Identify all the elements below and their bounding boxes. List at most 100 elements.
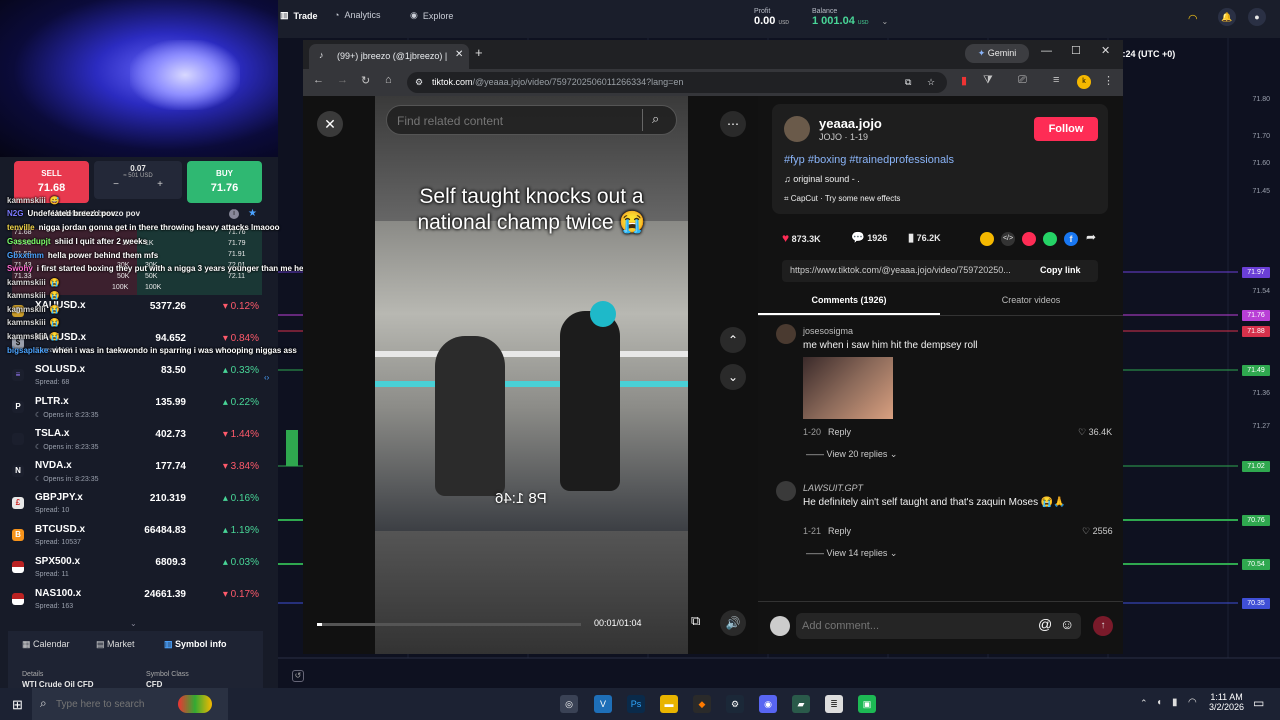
file-explorer-icon[interactable]: ▬ [660, 695, 678, 713]
symbol-row[interactable]: NAS100.x Spread: 163 24661.39 ▾ 0.17% [8, 585, 263, 617]
back-icon[interactable]: ← [313, 74, 324, 86]
symbol-row[interactable]: P PLTR.x ☾ Opens in: 8:23:35 135.99 ▴ 0.22% [8, 393, 263, 425]
photoshop-icon[interactable]: Ps [627, 695, 645, 713]
search-icon[interactable]: ⌕ [652, 111, 659, 127]
next-video-icon[interactable]: ⌄ [720, 364, 746, 390]
notification-icon[interactable]: ▭ [1253, 696, 1264, 710]
reply-button[interactable]: Reply [828, 427, 851, 437]
tab-trade[interactable]: ▥ Trade [280, 10, 318, 21]
brave-icon[interactable]: ◆ [693, 695, 711, 713]
media-icon[interactable]: ≡ [1053, 74, 1059, 86]
comment-input[interactable] [802, 618, 1022, 634]
volume-icon[interactable]: 🔊 [720, 610, 746, 636]
info-icon[interactable]: i [229, 209, 239, 219]
like-button[interactable]: ♥ 873.3K [782, 231, 821, 245]
tab-calendar[interactable]: ▦ Calendar [22, 639, 70, 650]
tab-explore[interactable]: ◉ Explore [410, 10, 453, 21]
view-replies-button[interactable]: —— View 14 replies ⌄ [806, 548, 897, 559]
follow-button[interactable]: Follow [1034, 117, 1098, 141]
app-icon[interactable]: ▰ [792, 695, 810, 713]
comment-avatar[interactable] [776, 324, 796, 344]
forward-icon[interactable]: → [337, 74, 348, 86]
minimize-icon[interactable]: — [1041, 45, 1052, 57]
comment-image[interactable] [803, 357, 893, 419]
tab-comments[interactable]: Comments (1926) [758, 295, 940, 315]
capcut-row[interactable]: ⌗ CapCut · Try some new effects [784, 194, 900, 204]
symbol-row[interactable]: B BTCUSD.x Spread: 10537 66484.83 ▴ 1.19% [8, 521, 263, 553]
send-icon[interactable] [1022, 232, 1036, 246]
network-icon[interactable]: ◠ [1188, 697, 1197, 708]
taskbar-search[interactable]: ⌕ [32, 688, 228, 720]
chevron-down-icon[interactable]: ⌄ [882, 17, 889, 26]
symbol-row[interactable]: TSLA.x ☾ Opens in: 8:23:35 402.73 ▾ 1.44% [8, 425, 263, 457]
comment-like[interactable]: ♡ 36.4K [1078, 427, 1112, 438]
buy-button[interactable]: BUY 71.76 [187, 161, 262, 203]
tab-creator-videos[interactable]: Creator videos [940, 295, 1122, 315]
notepad-icon[interactable]: ≣ [825, 695, 843, 713]
more-options-icon[interactable]: ⋯ [720, 111, 746, 137]
discord-icon[interactable]: ◉ [759, 695, 777, 713]
video-hashtags[interactable]: #fyp #boxing #trainedprofessionals [784, 154, 954, 166]
related-search-input[interactable] [397, 112, 637, 130]
whatsapp-icon[interactable] [1043, 232, 1057, 246]
lot-minus-button[interactable]: − [113, 179, 119, 190]
share-coin-icon[interactable] [980, 232, 994, 246]
video-link[interactable]: https://www.tiktok.com/@yeaaa.jojo/video… [790, 265, 1030, 275]
emoji-icon[interactable]: ☺ [1060, 616, 1074, 632]
taskbar-search-input[interactable] [56, 696, 176, 712]
site-info-icon[interactable]: ⚙ [415, 72, 423, 93]
symbol-row[interactable]: £ GBPJPY.x Spread: 10 210.319 ▴ 0.16% [8, 489, 263, 521]
taskbar-clock[interactable]: 1:11 AM 3/2/2026 [1209, 692, 1244, 712]
url-input[interactable]: ⚙ tiktok.com/@yeaaa.jojo/video/759720250… [407, 72, 947, 93]
comment-box[interactable]: @ ☺ [796, 613, 1081, 639]
miniplayer-icon[interactable]: ⧉ [691, 613, 700, 629]
progress-bar[interactable] [317, 623, 581, 626]
related-search[interactable]: ⌕ [386, 105, 677, 135]
close-tab-icon[interactable]: ✕ [455, 49, 463, 60]
lot-stepper[interactable]: 0.07 ≈ 501 USD − + [94, 161, 182, 199]
close-window-icon[interactable]: ✕ [1101, 44, 1110, 57]
green-app-icon[interactable]: ▣ [858, 695, 876, 713]
new-tab-button[interactable]: + [475, 45, 483, 60]
comment-user[interactable]: LAWSUIT.GPT [803, 483, 863, 493]
star-icon[interactable]: ★ [248, 208, 257, 219]
balance-block[interactable]: Balance 1 001.04 USD ⌄ [812, 8, 888, 27]
gemini-button[interactable]: ✦ Gemini [965, 44, 1029, 63]
vscode-icon[interactable]: V [594, 695, 612, 713]
extension-red-icon[interactable]: ▮ [961, 74, 967, 87]
home-icon[interactable]: ⌂ [385, 74, 392, 86]
reload-icon[interactable]: ↻ [361, 74, 370, 87]
video-player[interactable]: Self taught knocks out a national champ … [375, 96, 688, 654]
post-comment-button[interactable]: ↑ [1093, 616, 1113, 636]
symbol-row[interactable]: ≡ SOLUSD.x Spread: 68 83.50 ▴ 0.33% [8, 361, 263, 393]
user-icon[interactable]: ● [1248, 8, 1266, 26]
tab-analytics[interactable]: ◔ Analytics [334, 10, 380, 20]
symbol-row[interactable]: N NVDA.x ☾ Opens in: 8:23:35 177.74 ▾ 3.84% [8, 457, 263, 489]
microphone-icon[interactable]: ▮ [1172, 697, 1178, 708]
author-avatar[interactable] [784, 116, 810, 142]
collapse-icon[interactable]: ‹› [264, 373, 269, 382]
chrome-icon[interactable]: ◎ [560, 695, 578, 713]
comment-button[interactable]: 💬 1926 [851, 231, 887, 244]
bell-icon[interactable]: 🔔 [1218, 8, 1236, 26]
author-username[interactable]: yeaaa.jojo [819, 116, 882, 131]
reset-chart-icon[interactable]: ↺ [292, 670, 304, 682]
symbol-row[interactable]: SPX500.x Spread: 11 6809.3 ▴ 0.03% [8, 553, 263, 585]
extensions-icon[interactable]: ⧩ [983, 74, 993, 87]
close-video-icon[interactable]: ✕ [317, 111, 343, 137]
cast-icon[interactable]: ⎚ [1018, 74, 1027, 87]
comment-user[interactable]: josesosigma [803, 326, 853, 336]
profile-avatar[interactable]: k [1077, 75, 1091, 89]
comment-like[interactable]: ♡ 2556 [1082, 526, 1113, 537]
steam-icon[interactable]: ⚙ [726, 695, 744, 713]
speaker-icon[interactable]: ◖ [1156, 697, 1162, 708]
windows-start-icon[interactable]: ⊞ [12, 697, 23, 713]
facebook-icon[interactable]: f [1064, 232, 1078, 246]
reply-button[interactable]: Reply [828, 526, 851, 536]
bookmark-star-icon[interactable]: ☆ [927, 72, 935, 93]
scroll-down-icon[interactable]: ⌄ [130, 619, 137, 628]
maximize-icon[interactable]: ☐ [1071, 44, 1081, 57]
tray-chevron-icon[interactable]: ⌃ [1140, 698, 1148, 709]
share-arrow-icon[interactable]: ➦ [1086, 230, 1096, 244]
view-replies-button[interactable]: —— View 20 replies ⌄ [806, 449, 897, 460]
